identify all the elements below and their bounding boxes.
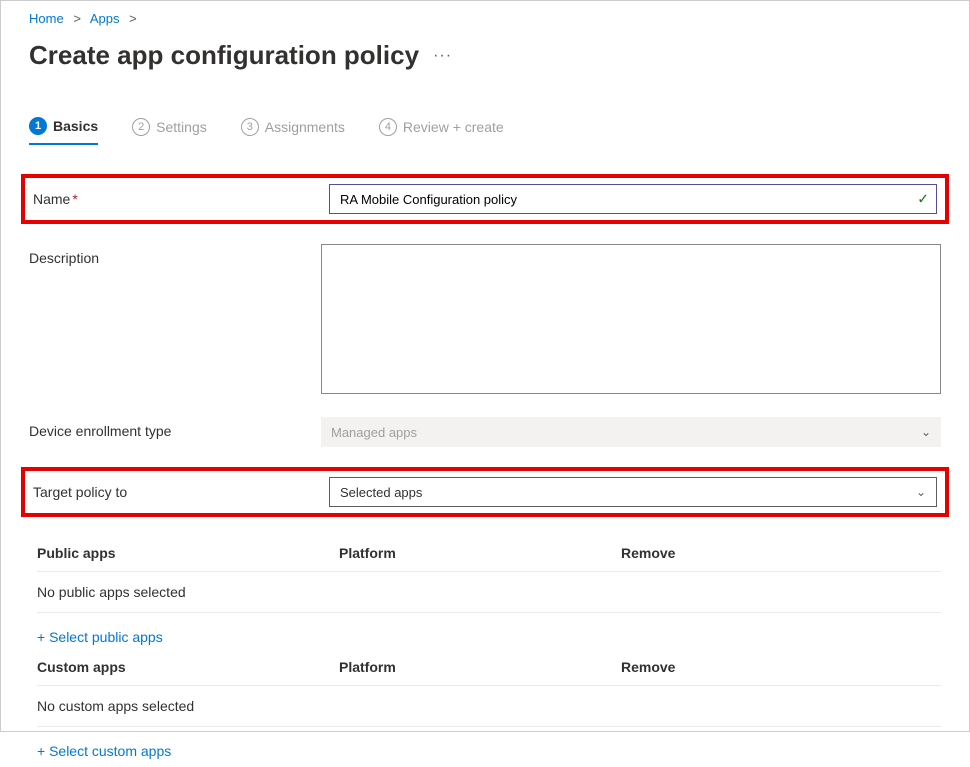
- target-policy-value: Selected apps: [340, 485, 422, 500]
- col-platform: Platform: [339, 545, 621, 561]
- chevron-down-icon: ⌄: [916, 485, 926, 499]
- breadcrumb-home[interactable]: Home: [29, 11, 64, 26]
- step-label: Basics: [53, 118, 98, 134]
- target-policy-row: Target policy to Selected apps ⌄: [21, 467, 949, 517]
- custom-apps-empty-row: No custom apps selected: [37, 686, 941, 727]
- step-assignments[interactable]: 3 Assignments: [241, 117, 345, 145]
- col-platform: Platform: [339, 659, 621, 675]
- step-basics[interactable]: 1 Basics: [29, 117, 98, 145]
- more-icon[interactable]: ···: [433, 47, 452, 65]
- step-number-icon: 3: [241, 118, 259, 136]
- step-number-icon: 2: [132, 118, 150, 136]
- name-input[interactable]: [329, 184, 937, 214]
- public-apps-empty-row: No public apps selected: [37, 572, 941, 613]
- col-remove: Remove: [621, 659, 941, 675]
- page-title: Create app configuration policy: [29, 40, 419, 71]
- enrollment-type-select: Managed apps ⌄: [321, 417, 941, 447]
- description-input[interactable]: [321, 244, 941, 394]
- public-apps-empty: No public apps selected: [37, 584, 339, 600]
- custom-apps-section: Custom apps Platform Remove No custom ap…: [29, 659, 941, 767]
- target-policy-label: Target policy to: [33, 484, 127, 500]
- required-icon: *: [72, 191, 77, 207]
- breadcrumb: Home > Apps >: [29, 11, 941, 26]
- breadcrumb-apps[interactable]: Apps: [90, 11, 120, 26]
- enrollment-type-label: Device enrollment type: [29, 423, 171, 439]
- custom-apps-empty: No custom apps selected: [37, 698, 339, 714]
- col-remove: Remove: [621, 545, 941, 561]
- col-custom-apps: Custom apps: [37, 659, 339, 675]
- custom-apps-header: Custom apps Platform Remove: [37, 659, 941, 686]
- step-number-icon: 1: [29, 117, 47, 135]
- col-public-apps: Public apps: [37, 545, 339, 561]
- step-number-icon: 4: [379, 118, 397, 136]
- public-apps-header: Public apps Platform Remove: [37, 545, 941, 572]
- select-custom-apps-button[interactable]: + Select custom apps: [37, 727, 171, 767]
- step-label: Review + create: [403, 119, 504, 135]
- target-policy-select[interactable]: Selected apps ⌄: [329, 477, 937, 507]
- chevron-down-icon: ⌄: [921, 425, 931, 439]
- step-review[interactable]: 4 Review + create: [379, 117, 504, 145]
- breadcrumb-sep-icon: >: [129, 11, 137, 26]
- enrollment-type-value: Managed apps: [331, 425, 417, 440]
- description-row: Description: [29, 244, 941, 397]
- description-label: Description: [29, 250, 99, 266]
- enrollment-type-row: Device enrollment type Managed apps ⌄: [29, 417, 941, 447]
- step-label: Assignments: [265, 119, 345, 135]
- step-settings[interactable]: 2 Settings: [132, 117, 207, 145]
- step-label: Settings: [156, 119, 207, 135]
- select-public-apps-button[interactable]: + Select public apps: [37, 613, 163, 653]
- breadcrumb-sep-icon: >: [73, 11, 81, 26]
- checkmark-icon: ✓: [917, 191, 929, 208]
- name-row: Name* ✓: [21, 174, 949, 224]
- public-apps-section: Public apps Platform Remove No public ap…: [29, 545, 941, 653]
- wizard-steps: 1 Basics 2 Settings 3 Assignments 4 Revi…: [29, 117, 941, 146]
- name-label: Name: [33, 191, 70, 207]
